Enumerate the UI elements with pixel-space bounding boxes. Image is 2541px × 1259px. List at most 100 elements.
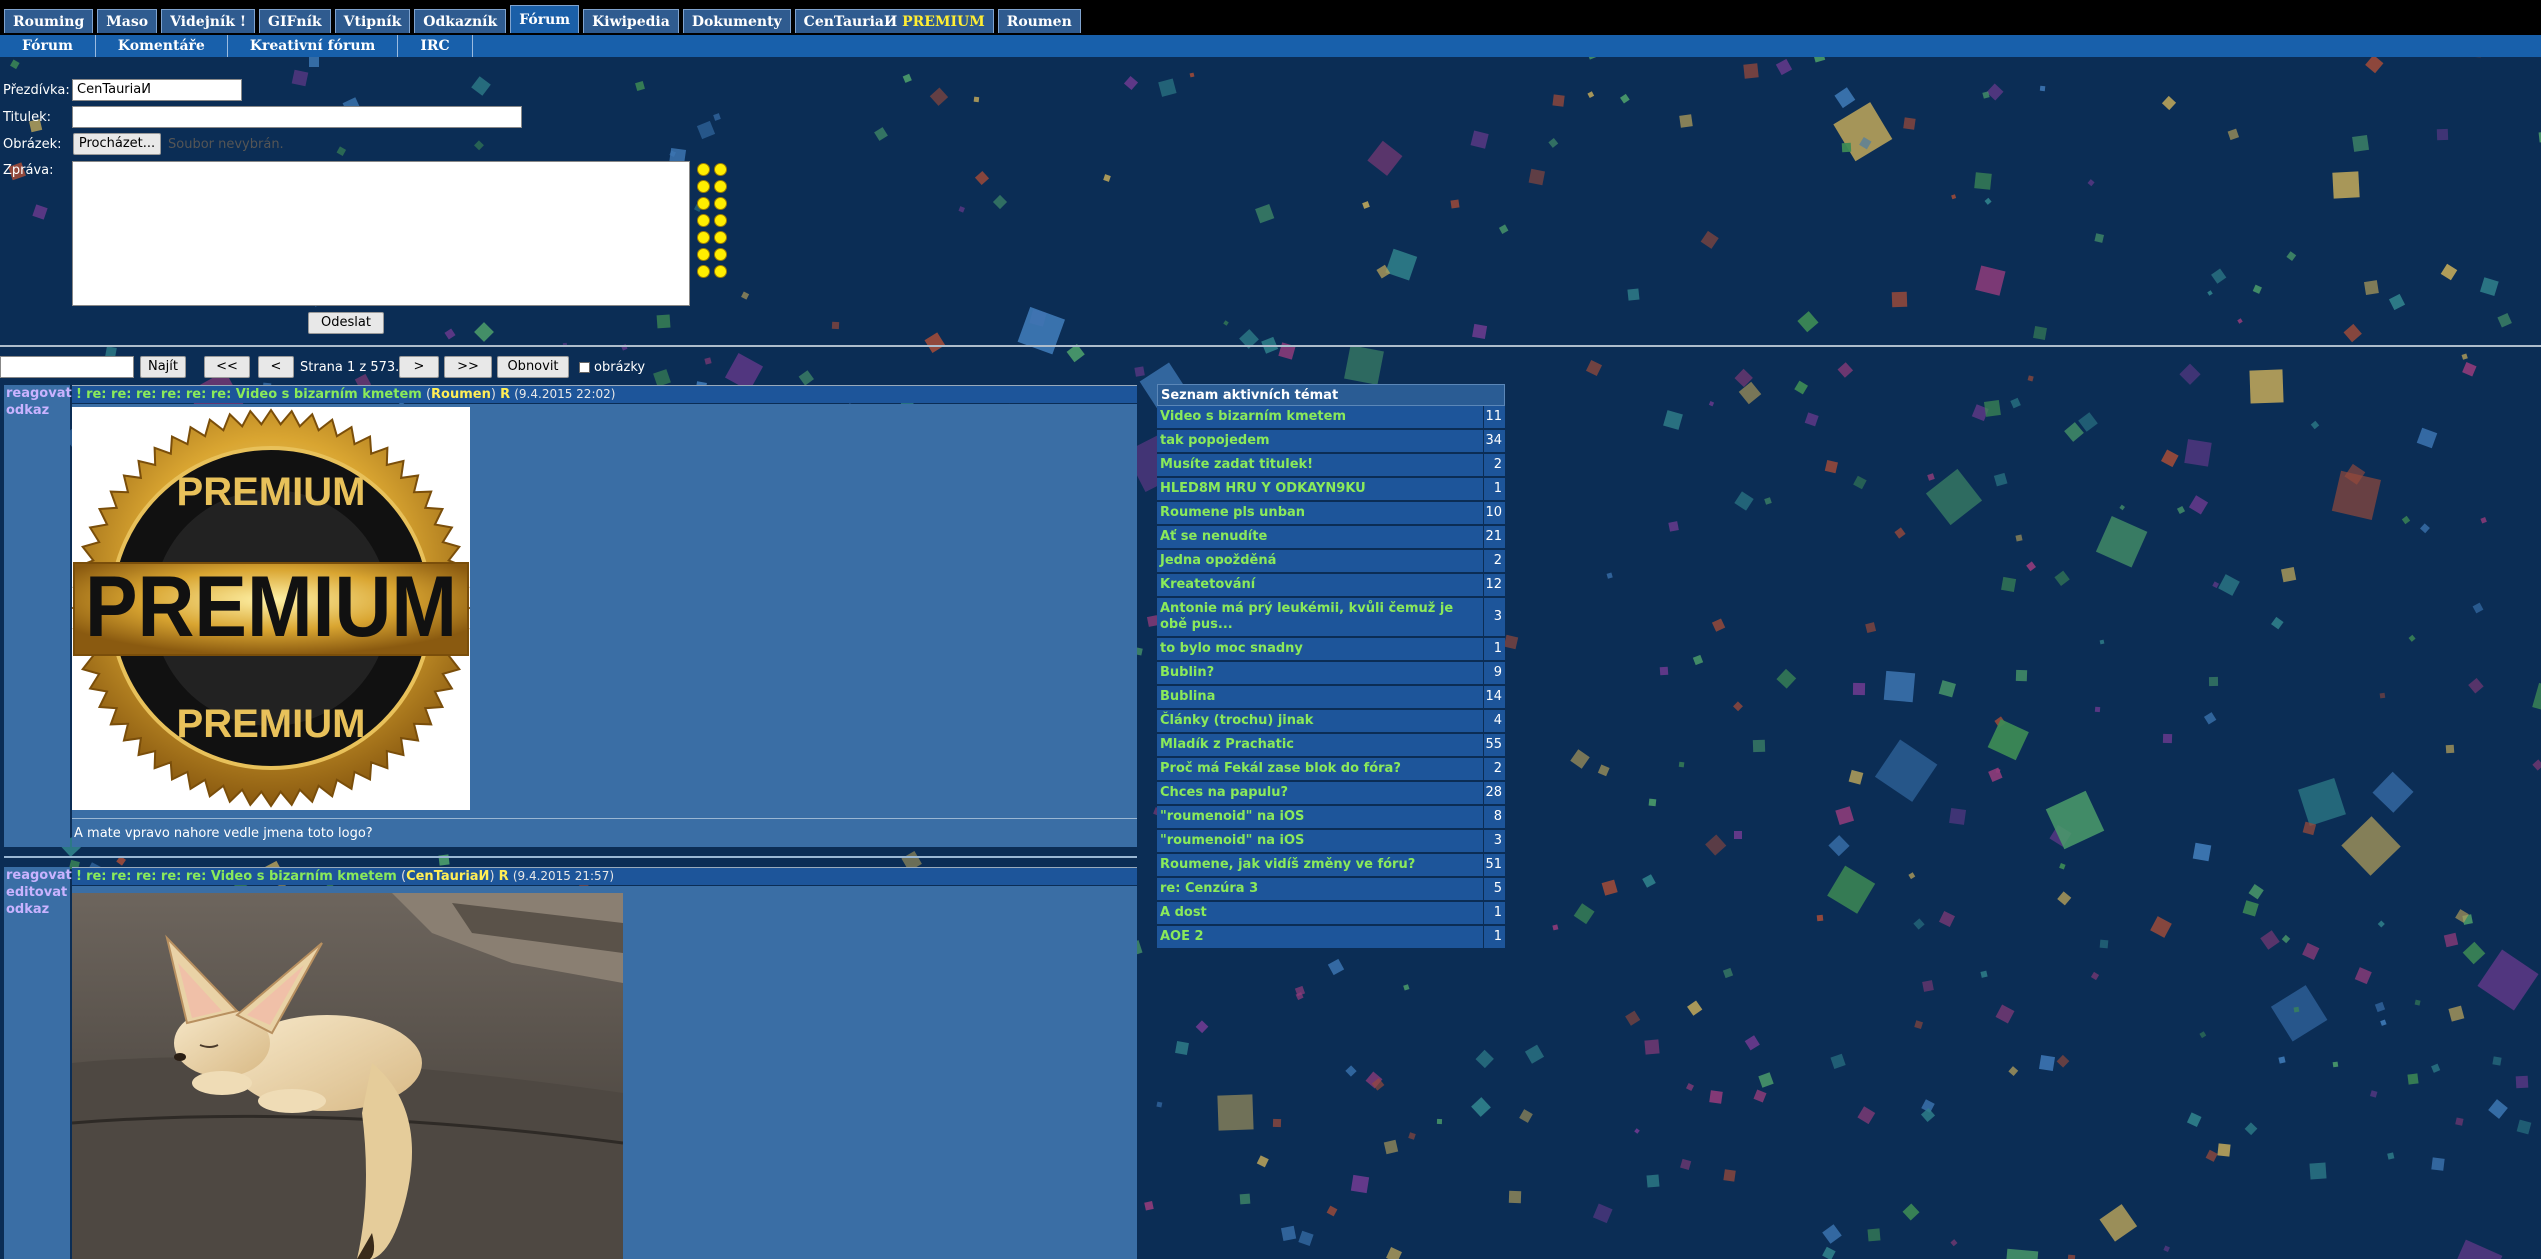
confetti-piece: [2352, 134, 2370, 152]
nav-tab[interactable]: Odkazník: [414, 9, 507, 33]
topic-row: Video s bizarním kmetem 11: [1157, 406, 1505, 430]
topic-link[interactable]: Chces na papulu?: [1157, 782, 1483, 804]
topic-link[interactable]: Bublina: [1157, 686, 1483, 708]
nav-tab[interactable]: CenTauriaИ PREMIUM: [794, 9, 994, 33]
nav-tab[interactable]: GIFník: [258, 9, 331, 33]
smiley-icon[interactable]: [714, 197, 727, 210]
confetti-piece: [1371, 1077, 1385, 1091]
topic-link[interactable]: AOE 2: [1157, 926, 1483, 948]
nav-tab[interactable]: Kiwipedia: [583, 9, 679, 33]
message-textarea[interactable]: [72, 161, 690, 306]
topic-link[interactable]: Roumene, jak vidíš změny ve fóru?: [1157, 854, 1483, 876]
confetti-piece: [1644, 1039, 1660, 1055]
confetti-piece: [32, 204, 48, 220]
smiley-icon[interactable]: [697, 214, 710, 227]
refresh-button[interactable]: Obnovit: [497, 356, 569, 378]
topic-link[interactable]: Bublin?: [1157, 662, 1483, 684]
submit-button[interactable]: Odeslat: [308, 312, 384, 334]
sub-tab[interactable]: Komentáře: [96, 35, 228, 57]
permalink-link[interactable]: odkaz: [4, 901, 70, 918]
nav-tab[interactable]: Dokumenty: [682, 9, 791, 33]
smiley-icon[interactable]: [697, 197, 710, 210]
post-author[interactable]: Roumen: [431, 387, 491, 402]
confetti-piece: [1920, 1107, 1936, 1123]
topic-link[interactable]: HLED8M HRU Y ODKAYN9KU: [1157, 478, 1483, 500]
smiley-icon[interactable]: [714, 265, 727, 278]
smiley-icon[interactable]: [697, 163, 710, 176]
title-input[interactable]: [72, 106, 522, 128]
topic-link[interactable]: A dost: [1157, 902, 1483, 924]
confetti-piece: [2448, 1005, 2465, 1022]
smiley-icon[interactable]: [714, 231, 727, 244]
nav-tab[interactable]: Maso: [97, 9, 158, 33]
smiley-icon[interactable]: [714, 180, 727, 193]
topic-link[interactable]: Články (trochu) jinak: [1157, 710, 1483, 732]
confetti-piece: [2407, 1073, 2419, 1085]
browse-button[interactable]: Procházet...: [73, 133, 161, 155]
find-button[interactable]: Najít: [140, 356, 186, 378]
topic-link[interactable]: Video s bizarním kmetem: [1157, 406, 1483, 428]
confetti-piece: [1857, 1106, 1876, 1125]
confetti-piece: [1982, 91, 1990, 99]
reply-link[interactable]: reagovat: [4, 867, 72, 884]
confetti-piece: [704, 357, 712, 365]
edit-link[interactable]: editovat: [4, 884, 70, 901]
nav-tab[interactable]: Vtipník: [334, 9, 411, 33]
confetti-piece: [2049, 824, 2072, 847]
confetti-piece: [2186, 1112, 2202, 1127]
confetti-piece: [2449, 1239, 2503, 1259]
sub-tab[interactable]: Kreativní fórum: [228, 35, 399, 57]
smiley-icon[interactable]: [714, 163, 727, 176]
next-page-button[interactable]: >: [399, 356, 439, 378]
topic-link[interactable]: Jedna opožděná: [1157, 550, 1483, 572]
confetti-piece: [1365, 1071, 1383, 1089]
topic-link[interactable]: Antonie má prý leukémii, kvůli čemuž je …: [1157, 598, 1483, 636]
prev-page-button[interactable]: <: [258, 356, 294, 378]
nickname-label: Přezdívka:: [3, 83, 70, 98]
post-title[interactable]: re: re: re: re: re: re: Video s bizarním…: [86, 387, 422, 402]
search-input[interactable]: [0, 356, 134, 378]
smiley-icon[interactable]: [697, 231, 710, 244]
sub-tabs: Fórum Komentáře Kreativní fórum IRC: [0, 35, 473, 57]
permalink-link[interactable]: odkaz: [4, 402, 70, 419]
confetti-piece: [1103, 174, 1111, 182]
topic-link[interactable]: "roumenoid" na iOS: [1157, 806, 1483, 828]
nav-tab[interactable]: Rouming: [4, 9, 94, 33]
topic-link[interactable]: to bylo moc snadny: [1157, 638, 1483, 660]
topic-link[interactable]: Proč má Fekál zase blok do fóra?: [1157, 758, 1483, 780]
nav-tab[interactable]: Roumen: [997, 9, 1081, 33]
topic-link[interactable]: re: Cenzúra 3: [1157, 878, 1483, 900]
images-checkbox[interactable]: [579, 362, 590, 373]
topic-link[interactable]: Kreatetování: [1157, 574, 1483, 596]
nav-tab[interactable]: Videjník !: [161, 9, 255, 33]
topic-link[interactable]: "roumenoid" na iOS: [1157, 830, 1483, 852]
sub-tab[interactable]: Fórum: [0, 35, 96, 57]
confetti-piece: [2094, 233, 2105, 243]
nav-tab-label: Rouming: [13, 14, 85, 30]
topic-link[interactable]: tak popojedem: [1157, 430, 1483, 452]
first-page-button[interactable]: <<: [204, 356, 250, 378]
post-title[interactable]: re: re: re: re: re: Video s bizarním kme…: [86, 869, 397, 884]
confetti-piece: [2380, 1019, 2387, 1026]
confetti-piece: [2099, 1204, 2138, 1242]
reply-link[interactable]: reagovat: [4, 385, 72, 402]
topic-link[interactable]: Mladík z Prachatic: [1157, 734, 1483, 756]
smiley-icon[interactable]: [697, 248, 710, 261]
nickname-input[interactable]: CenTauriaИ: [72, 79, 242, 101]
confetti-piece: [2516, 1119, 2532, 1135]
topic-row: Bublina 14: [1157, 686, 1505, 710]
smiley-icon[interactable]: [697, 265, 710, 278]
topic-link[interactable]: Musíte zadat titulek!: [1157, 454, 1483, 476]
confetti-piece: [2087, 179, 2095, 187]
confetti-piece: [2343, 323, 2362, 343]
smiley-icon[interactable]: [714, 248, 727, 261]
nav-tab[interactable]: Fórum: [510, 5, 580, 33]
sub-tab[interactable]: IRC: [398, 35, 473, 57]
post-author[interactable]: CenTauriaИ: [406, 869, 489, 884]
topic-link[interactable]: Ať se nenudíte: [1157, 526, 1483, 548]
smiley-icon[interactable]: [697, 180, 710, 193]
confetti-piece: [1841, 142, 1852, 153]
topic-link[interactable]: Roumene pls unban: [1157, 502, 1483, 524]
last-page-button[interactable]: >>: [444, 356, 492, 378]
smiley-icon[interactable]: [714, 214, 727, 227]
